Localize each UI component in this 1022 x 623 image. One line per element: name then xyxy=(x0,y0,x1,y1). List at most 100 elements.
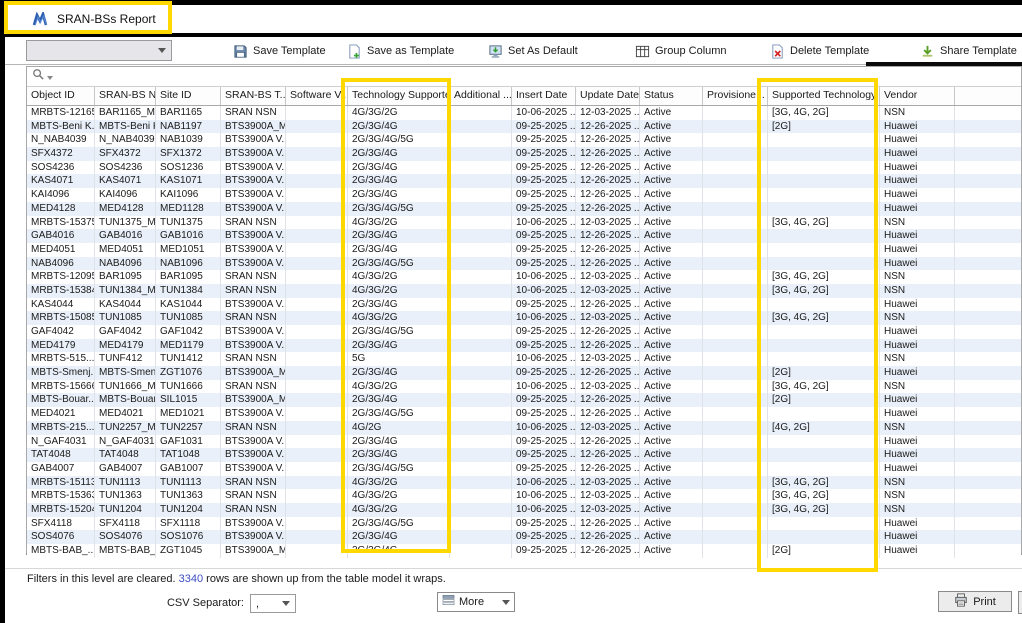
cell-sran_bs_type: SRAN NSN xyxy=(221,216,286,230)
cell-software_version xyxy=(286,216,348,230)
cell-vendor: Huawei xyxy=(880,435,955,449)
cell-additional xyxy=(450,229,512,243)
cell-sran_bs_type: SRAN NSN xyxy=(221,421,286,435)
table-row[interactable]: MRBTS-15085TUN1085TUN1085SRAN NSN4G/3G/2… xyxy=(27,311,1021,325)
cell-technology_supported: 2G/3G/4G xyxy=(348,161,450,175)
cell-update_date: 12-26-2025 ... xyxy=(576,448,640,462)
csv-separator-dropdown[interactable]: , xyxy=(250,594,296,613)
cell-sran_bs_name: GAF4042 xyxy=(95,325,156,339)
column-header-supported_technology[interactable]: Supported Technology xyxy=(768,87,880,105)
column-header-insert_date[interactable]: Insert Date xyxy=(512,87,576,105)
table-row[interactable]: KAS4071KAS4071KAS1071BTS3900A V...2G/3G/… xyxy=(27,174,1021,188)
table-row[interactable]: MRBTS-15375TUN1375_M...TUN1375SRAN NSN4G… xyxy=(27,216,1021,230)
print-button-label: Print xyxy=(973,596,996,608)
cell-update_date: 12-26-2025 ... xyxy=(576,517,640,531)
cell-additional xyxy=(450,407,512,421)
delete-template-button[interactable]: Delete Template xyxy=(770,41,869,61)
table-row[interactable]: MRBTS-15113TUN1113TUN1113SRAN NSN4G/3G/2… xyxy=(27,476,1021,490)
table-row[interactable]: MBTS-Bouar...MBTS-Bouar...SIL1015BTS3900… xyxy=(27,393,1021,407)
table-row[interactable]: MRBTS-15363TUN1363TUN1363SRAN NSN4G/3G/2… xyxy=(27,489,1021,503)
table-row[interactable]: MRBTS-15384TUN1384_M...TUN1384SRAN NSN4G… xyxy=(27,284,1021,298)
column-header-provisioned[interactable]: Provisione... xyxy=(703,87,768,105)
column-header-update_date[interactable]: Update Date xyxy=(576,87,640,105)
search-bar[interactable] xyxy=(27,67,1021,87)
table-row[interactable]: MRBTS-12095BAR1095BAR1095SRAN NSN4G/3G/2… xyxy=(27,270,1021,284)
save-as-template-button[interactable]: Save as Template xyxy=(347,41,454,61)
share-template-button[interactable]: Share Template xyxy=(920,41,1017,61)
cell-technology_supported: 2G/3G/4G xyxy=(348,448,450,462)
cell-vendor: NSN xyxy=(880,352,955,366)
cell-vendor: Huawei xyxy=(880,544,955,558)
table-row[interactable]: SFX4372SFX4372SFX1372BTS3900A V...2G/3G/… xyxy=(27,147,1021,161)
table-row[interactable]: KAI4096KAI4096KAI1096BTS3900A V...2G/3G/… xyxy=(27,188,1021,202)
cell-status: Active xyxy=(640,257,703,271)
table-row[interactable]: N_NAB4039N_NAB4039NAB1039BTS3900A V...2G… xyxy=(27,133,1021,147)
group-column-button[interactable]: Group Column xyxy=(635,41,727,61)
column-header-object_id[interactable]: Object ID xyxy=(27,87,95,105)
cell-vendor: NSN xyxy=(880,476,955,490)
cell-update_date: 12-26-2025 ... xyxy=(576,243,640,257)
column-header-technology_supported[interactable]: Technology Supported xyxy=(348,87,450,105)
cell-software_version xyxy=(286,421,348,435)
cell-update_date: 12-26-2025 ... xyxy=(576,133,640,147)
table-row[interactable]: MRBTS-15204TUN1204TUN1204SRAN NSN4G/3G/2… xyxy=(27,503,1021,517)
table-row[interactable]: MBTS-Smenj...MBTS-Smenj...ZGT1076BTS3900… xyxy=(27,366,1021,380)
column-header-additional[interactable]: Additional ... xyxy=(450,87,512,105)
cell-site_id: TUN2257 xyxy=(156,421,221,435)
csv-separator-value: , xyxy=(256,598,259,610)
cell-sran_bs_type: SRAN NSN xyxy=(221,503,286,517)
cell-update_date: 12-03-2025 ... xyxy=(576,476,640,490)
table-row[interactable]: SOS4236SOS4236SOS1236BTS3900A V...2G/3G/… xyxy=(27,161,1021,175)
table-row[interactable]: TAT4048TAT4048TAT1048BTS3900A V...2G/3G/… xyxy=(27,448,1021,462)
table-row[interactable]: SFX4118SFX4118SFX1118BTS3900A V...2G/3G/… xyxy=(27,517,1021,531)
cut-off-button[interactable] xyxy=(1018,591,1022,614)
more-icon xyxy=(442,594,455,610)
table-row[interactable]: MED4021MED4021MED1021BTS3900A V...2G/3G/… xyxy=(27,407,1021,421)
table-row[interactable]: GAF4042GAF4042GAF1042BTS3900A V...2G/3G/… xyxy=(27,325,1021,339)
save-template-button[interactable]: Save Template xyxy=(233,41,326,61)
table-row[interactable]: MRBTS-515...TUNF412TUN1412SRAN NSN5G10-0… xyxy=(27,352,1021,366)
print-button[interactable]: Print xyxy=(938,591,1012,612)
table-row[interactable]: SOS4076SOS4076SOS1076BTS3900A V...2G/3G/… xyxy=(27,530,1021,544)
search-icon xyxy=(32,68,45,86)
column-header-vendor[interactable]: Vendor xyxy=(880,87,955,105)
table-row[interactable]: KAS4044KAS4044KAS1044BTS3900A V...2G/3G/… xyxy=(27,298,1021,312)
template-dropdown[interactable] xyxy=(26,40,172,61)
table-row[interactable]: MED4051MED4051MED1051BTS3900A V...2G/3G/… xyxy=(27,243,1021,257)
cell-update_date: 12-03-2025 ... xyxy=(576,352,640,366)
cell-supported_technology xyxy=(768,202,880,216)
table-row[interactable]: GAB4007GAB4007GAB1007BTS3900A V...2G/3G/… xyxy=(27,462,1021,476)
table-row[interactable]: MED4179MED4179MED1179BTS3900A V...2G/3G/… xyxy=(27,339,1021,353)
table-row[interactable]: MRBTS-15666TUN1666_M...TUN1666SRAN NSN4G… xyxy=(27,380,1021,394)
column-header-sran_bs_name[interactable]: SRAN-BS N... xyxy=(95,87,156,105)
cell-technology_supported: 4G/3G/2G xyxy=(348,270,450,284)
cell-technology_supported: 2G/3G/4G/5G xyxy=(348,517,450,531)
cell-update_date: 12-03-2025 ... xyxy=(576,421,640,435)
more-button[interactable]: More xyxy=(437,592,515,612)
cell-sran_bs_type: BTS3900A V... xyxy=(221,298,286,312)
table-row[interactable]: MRBTS-215...TUN2257_M...TUN2257SRAN NSN4… xyxy=(27,421,1021,435)
table-row[interactable]: MBTS-Beni K...MBTS-Beni K...NAB1197BTS39… xyxy=(27,120,1021,134)
cell-technology_supported: 4G/3G/2G xyxy=(348,476,450,490)
cell-sran_bs_type: BTS3900A V... xyxy=(221,448,286,462)
cell-additional xyxy=(450,530,512,544)
table-row[interactable]: MED4128MED4128MED1128BTS3900A V...2G/3G/… xyxy=(27,202,1021,216)
column-header-software_version[interactable]: Software V... xyxy=(286,87,348,105)
cell-provisioned xyxy=(703,339,768,353)
column-header-sran_bs_type[interactable]: SRAN-BS T... xyxy=(221,87,286,105)
table-row[interactable]: GAB4016GAB4016GAB1016BTS3900A V...2G/3G/… xyxy=(27,229,1021,243)
cell-additional xyxy=(450,476,512,490)
column-header-status[interactable]: Status xyxy=(640,87,703,105)
set-as-default-button[interactable]: Set As Default xyxy=(488,41,578,61)
cell-insert_date: 09-25-2025 ... xyxy=(512,448,576,462)
table-row[interactable]: NAB4096NAB4096NAB1096BTS3900A V...2G/3G/… xyxy=(27,257,1021,271)
table-row[interactable]: MBTS-BAB_...MBTS-BAB_...ZGT1045BTS3900A_… xyxy=(27,544,1021,558)
cell-insert_date: 09-25-2025 ... xyxy=(512,517,576,531)
table-row[interactable]: MRBTS-12165BAR1165_M...BAR1165SRAN NSN4G… xyxy=(27,106,1021,120)
cell-supported_technology: [3G, 4G, 2G] xyxy=(768,270,880,284)
column-header-site_id[interactable]: Site ID xyxy=(156,87,221,105)
cell-update_date: 12-03-2025 ... xyxy=(576,216,640,230)
table-row[interactable]: N_GAF4031N_GAF4031GAF1031BTS3900A V...2G… xyxy=(27,435,1021,449)
cell-insert_date: 10-06-2025 ... xyxy=(512,311,576,325)
delete-template-label: Delete Template xyxy=(790,45,869,57)
